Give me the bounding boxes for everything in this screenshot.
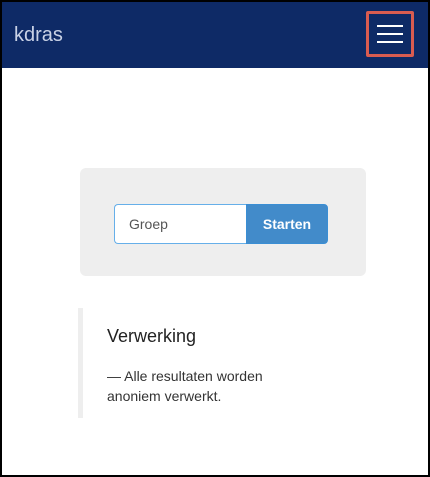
top-navbar: kdras: [2, 2, 428, 68]
group-search-card: Starten: [80, 168, 366, 276]
start-button[interactable]: Starten: [246, 204, 328, 244]
notice-text: — Alle resultaten worden anoniem verwerk…: [107, 368, 263, 404]
page-frame: kdras Starten Verwerking — Alle resultat…: [0, 0, 430, 477]
brand-logo[interactable]: kdras: [14, 23, 63, 47]
menu-toggle-button[interactable]: [366, 11, 414, 57]
processing-notice: Verwerking — Alle resultaten worden anon…: [78, 308, 308, 418]
group-search-form: Starten: [114, 204, 328, 244]
notice-title: Verwerking: [107, 326, 197, 346]
hamburger-line: [377, 25, 403, 27]
hamburger-line: [377, 33, 403, 35]
hamburger-menu-icon[interactable]: [377, 25, 403, 43]
hamburger-line: [377, 41, 403, 43]
group-input[interactable]: [114, 204, 246, 244]
